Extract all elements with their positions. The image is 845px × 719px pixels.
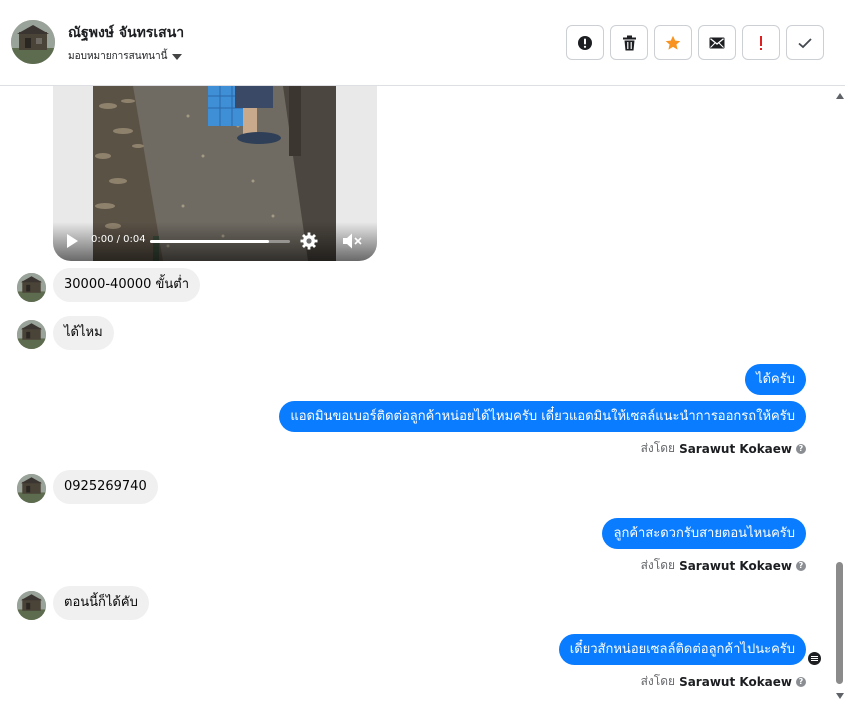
video-message[interactable]: 0:00 / 0:04 — [53, 86, 377, 261]
message-bubble-incoming: ได้ไหม — [53, 316, 114, 350]
caret-down-icon — [172, 53, 183, 60]
star-button[interactable] — [654, 25, 692, 60]
sender-avatar — [17, 320, 46, 349]
assign-conversation-dropdown[interactable]: มอบหมายการสนทนานี้ — [68, 49, 183, 64]
gear-icon[interactable] — [300, 232, 318, 250]
sent-by-label: ส่งโดย Sarawut Kokaew ? — [641, 556, 806, 575]
sender-avatar — [17, 474, 46, 503]
help-icon[interactable]: ? — [796, 676, 806, 687]
play-icon[interactable] — [67, 234, 78, 248]
help-icon[interactable]: ? — [796, 560, 806, 571]
check-icon — [798, 37, 812, 48]
sent-by-prefix: ส่งโดย — [640, 441, 676, 455]
message-bubble-incoming: ตอนนี้ก็ได้คับ — [53, 586, 149, 620]
contact-name[interactable]: ณัฐพงษ์ จันทรเสนา — [68, 22, 184, 44]
sent-by-label: ส่งโดย Sarawut Kokaew ? — [641, 672, 806, 691]
message-bubble-incoming: 30000-40000 ขั้นต่ำ — [53, 268, 201, 302]
contact-avatar[interactable] — [11, 20, 55, 64]
video-controls: 0:00 / 0:04 — [53, 222, 377, 261]
sent-by-agent[interactable]: Sarawut Kokaew — [679, 675, 792, 689]
sent-by-agent[interactable]: Sarawut Kokaew — [679, 442, 792, 456]
header-actions — [566, 25, 824, 60]
envelope-icon — [709, 37, 725, 48]
star-icon — [665, 35, 681, 50]
conversation-header: ณัฐพงษ์ จันทรเสนา มอบหมายการสนทนานี้ — [0, 0, 845, 86]
seen-indicator-icon — [808, 652, 821, 665]
sender-avatar — [17, 273, 46, 302]
message-bubble-outgoing: ลูกค้าสะดวกรับสายตอนไหนครับ — [602, 518, 806, 549]
assign-label: มอบหมายการสนทนานี้ — [68, 51, 168, 62]
mute-icon[interactable] — [342, 232, 364, 250]
message-bubble-outgoing: ได้ครับ — [745, 364, 806, 395]
scroll-up-arrow-icon[interactable] — [836, 93, 844, 99]
help-icon[interactable]: ? — [796, 443, 806, 454]
report-button[interactable] — [566, 25, 604, 60]
scroll-thumb[interactable] — [836, 562, 843, 684]
message-thread: 0:00 / 0:04 30000-40000 ขั้นต่ำ ได้ไหม ไ… — [0, 86, 845, 719]
flag-important-button[interactable] — [742, 25, 780, 60]
sender-avatar — [17, 591, 46, 620]
scroll-down-arrow-icon[interactable] — [836, 693, 844, 699]
trash-icon — [622, 35, 636, 50]
exclamation-icon — [760, 35, 762, 50]
message-bubble-outgoing: เดี๋ยวสักหน่อยเซลล์ติดต่อลูกค้าไปนะครับ — [558, 634, 806, 665]
message-bubble-incoming: 0925269740 — [53, 470, 158, 504]
thread-scrollbar[interactable] — [834, 86, 845, 719]
mark-unread-button[interactable] — [698, 25, 736, 60]
sent-by-agent[interactable]: Sarawut Kokaew — [679, 559, 792, 573]
video-time: 0:00 / 0:04 — [91, 234, 146, 245]
sent-by-prefix: ส่งโดย — [640, 674, 676, 688]
sent-by-prefix: ส่งโดย — [640, 558, 676, 572]
video-progress-bar[interactable] — [150, 240, 290, 243]
video-progress-fill — [150, 240, 269, 243]
alert-circle-icon — [578, 35, 592, 50]
mark-done-button[interactable] — [786, 25, 824, 60]
sent-by-label: ส่งโดย Sarawut Kokaew ? — [641, 439, 806, 458]
delete-button[interactable] — [610, 25, 648, 60]
message-bubble-outgoing: แอดมินขอเบอร์ติดต่อลูกค้าหน่อยได้ไหมครับ… — [279, 401, 806, 432]
messenger-conversation: ณัฐพงษ์ จันทรเสนา มอบหมายการสนทนานี้ 0:0… — [0, 0, 845, 719]
